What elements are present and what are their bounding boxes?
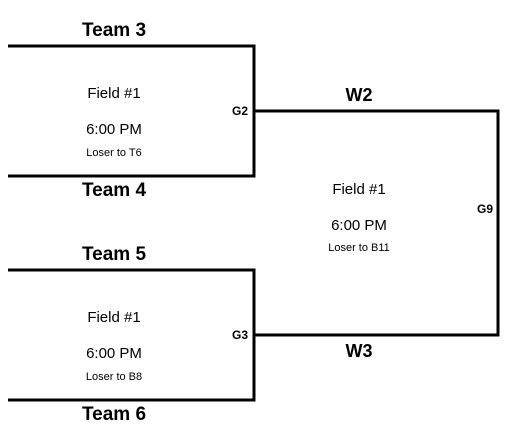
g3-game-label: G3	[232, 328, 249, 342]
g9-time-label: 6:00 PM	[331, 217, 387, 234]
g2-time-label: 6:00 PM	[86, 121, 142, 138]
team-4-label: Team 4	[81, 180, 147, 201]
g3-loser-note: Loser to B8	[85, 371, 143, 383]
bracket-lines	[8, 44, 500, 402]
w2-label: W2	[345, 85, 373, 105]
g2-loser-note: Loser to T6	[86, 147, 142, 159]
g3-field-label: Field #1	[87, 309, 141, 326]
g9-game-label: G9	[477, 202, 494, 216]
g2-field-label: Field #1	[87, 85, 141, 102]
team-3-label: Team 3	[81, 20, 147, 41]
g2-game-label: G2	[232, 104, 249, 118]
g3-time-label: 6:00 PM	[86, 345, 142, 362]
g9-field-label: Field #1	[332, 181, 386, 198]
team-5-label: Team 5	[81, 244, 147, 265]
team-6-label: Team 6	[81, 404, 147, 425]
w3-label: W3	[345, 341, 373, 361]
g9-loser-note: Loser to B11	[328, 242, 390, 254]
